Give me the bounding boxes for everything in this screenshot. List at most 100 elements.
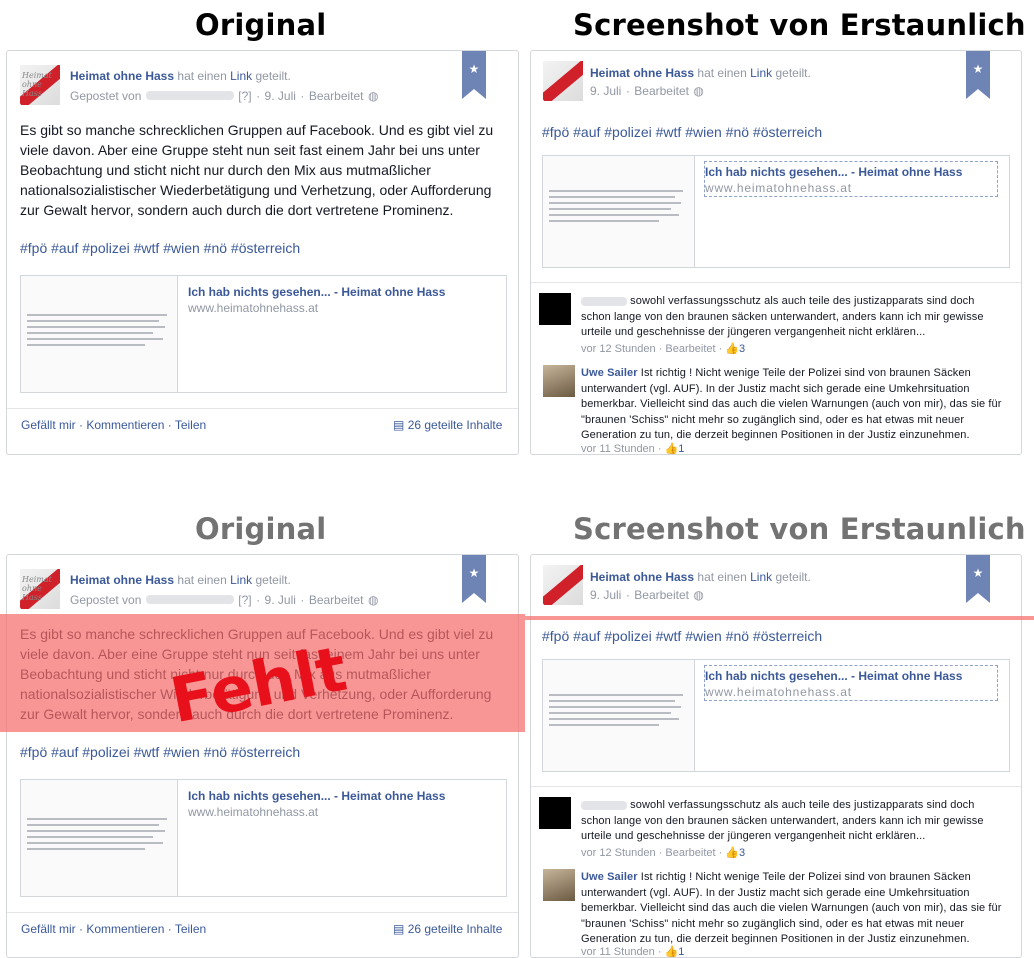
heading-original-top: Original (195, 8, 327, 42)
shares-count[interactable]: ▤ 26 geteilte Inhalte (393, 922, 502, 936)
shared-text: hat einen (697, 570, 747, 584)
missing-text-marker-line (525, 616, 1034, 620)
comment-avatar[interactable] (539, 797, 571, 829)
link-word[interactable]: Link (230, 573, 252, 587)
heading-original-bottom: Original (195, 512, 327, 546)
post-actions[interactable]: Gefällt mir · Kommentieren · Teilen (21, 418, 206, 432)
link-thumbnail[interactable] (543, 156, 695, 267)
comment-text: Uwe Sailer Ist richtig ! Nicht wenige Te… (581, 871, 1002, 945)
page-name-link[interactable]: Heimat ohne Hass (70, 573, 174, 587)
like-thumb-icon: 👍 (725, 847, 740, 859)
shares-icon: ▤ (393, 418, 405, 432)
hashtags[interactable]: #fpö #auf #polizei #wtf #wien #nö #öster… (542, 124, 822, 140)
screenshot-post-top: Heimat ohne Hass hat einen Link geteilt.… (530, 50, 1022, 455)
svg-text:★: ★ (973, 62, 984, 76)
link-word[interactable]: Link (750, 66, 772, 80)
link-domain: www.heimatohnehass.at (188, 301, 319, 315)
bookmark-star-icon[interactable]: ★ (966, 555, 990, 603)
blurred-commenter (581, 296, 627, 306)
post-date[interactable]: 9. Juli (590, 588, 621, 602)
comment-avatar[interactable] (543, 365, 575, 397)
comment-text: Uwe Sailer Ist richtig ! Nicht wenige Te… (581, 367, 1002, 441)
posted-by-label: Gepostet von (70, 89, 142, 103)
blurred-author (145, 91, 234, 101)
comment-avatar[interactable] (539, 293, 571, 325)
link-thumbnail[interactable] (21, 276, 178, 392)
link-title[interactable]: Ich hab nichts gesehen... - Heimat ohne … (705, 669, 962, 683)
heading-screenshot-top: Screenshot von Erstaunlich (573, 8, 1026, 42)
post-date[interactable]: 9. Juli (265, 89, 296, 103)
page-name-link[interactable]: Heimat ohne Hass (70, 69, 174, 83)
post-body-text: Es gibt so manche schrecklichen Gruppen … (20, 122, 494, 218)
commenter-name[interactable]: Uwe Sailer (581, 871, 638, 883)
globe-icon: ◍ (367, 593, 379, 607)
shared-text: hat einen (697, 66, 747, 80)
link-preview[interactable]: Ich hab nichts gesehen... - Heimat ohne … (20, 275, 507, 393)
post-date[interactable]: 9. Juli (265, 593, 296, 607)
post-actions[interactable]: Gefällt mir · Kommentieren · Teilen (21, 922, 206, 936)
comment-meta[interactable]: vor 11 Stunden · 👍1 (581, 442, 684, 455)
heading-screenshot-bottom: Screenshot von Erstaunlich (573, 512, 1026, 546)
link-domain: www.heimatohnehass.at (705, 685, 852, 699)
svg-text:★: ★ (469, 62, 480, 76)
edited-label[interactable]: Bearbeitet (634, 588, 689, 602)
blurred-commenter (581, 800, 627, 810)
comment-text: sowohl verfassungsschutz als auch teile … (581, 799, 984, 842)
globe-icon: ◍ (693, 84, 704, 98)
original-post-top: Heimat ohne Hass Heimat ohne Hass hat ei… (6, 50, 519, 455)
page-name-link[interactable]: Heimat ohne Hass (590, 570, 694, 584)
page-name-link[interactable]: Heimat ohne Hass (590, 66, 694, 80)
link-preview[interactable]: Ich hab nichts gesehen... - Heimat ohne … (542, 155, 1010, 268)
comment-meta[interactable]: vor 11 Stunden · 👍1 (581, 945, 684, 958)
blurred-author (145, 595, 234, 605)
comment-avatar[interactable] (543, 869, 575, 901)
globe-icon: ◍ (693, 588, 704, 602)
comment-meta[interactable]: vor 12 Stunden · Bearbeitet · 👍3 (581, 846, 745, 859)
link-domain: www.heimatohnehass.at (188, 805, 319, 819)
comment-meta[interactable]: vor 12 Stunden · Bearbeitet · 👍3 (581, 342, 745, 355)
geteilt-text: geteilt. (775, 570, 811, 584)
globe-icon: ◍ (367, 89, 379, 103)
geteilt-text: geteilt. (255, 69, 291, 83)
screenshot-post-bottom: Heimat ohne Hass hat einen Link geteilt.… (530, 554, 1022, 958)
edited-label[interactable]: Bearbeitet (634, 84, 689, 98)
shared-text: hat einen (177, 69, 227, 83)
bookmark-star-icon[interactable]: ★ (966, 51, 990, 99)
svg-text:★: ★ (973, 566, 984, 580)
hashtags[interactable]: #fpö #auf #polizei #wtf #wien #nö #öster… (542, 628, 822, 644)
shares-count[interactable]: ▤ 26 geteilte Inhalte (393, 418, 502, 432)
page-avatar[interactable] (543, 61, 583, 101)
commenter-name[interactable]: Uwe Sailer (581, 367, 638, 379)
like-thumb-icon: 👍 (664, 443, 679, 455)
link-thumbnail[interactable] (543, 660, 695, 771)
hashtags[interactable]: #fpö #auf #polizei #wtf #wien #nö #öster… (20, 240, 300, 256)
link-title[interactable]: Ich hab nichts gesehen... - Heimat ohne … (188, 285, 445, 299)
like-thumb-icon: 👍 (725, 343, 740, 355)
link-thumbnail[interactable] (21, 780, 178, 896)
link-title[interactable]: Ich hab nichts gesehen... - Heimat ohne … (188, 789, 445, 803)
hashtags[interactable]: #fpö #auf #polizei #wtf #wien #nö #öster… (20, 744, 300, 760)
page-avatar[interactable] (543, 565, 583, 605)
bookmark-star-icon[interactable]: ★ (462, 555, 486, 603)
bookmark-star-icon[interactable]: ★ (462, 51, 486, 99)
edited-label[interactable]: Bearbeitet (309, 593, 364, 607)
posted-by-label: Gepostet von (70, 593, 142, 607)
page-avatar[interactable]: Heimat ohne Hass (20, 569, 60, 609)
like-thumb-icon: 👍 (664, 946, 679, 958)
svg-text:★: ★ (469, 566, 480, 580)
geteilt-text: geteilt. (255, 573, 291, 587)
comment-text: sowohl verfassungsschutz als auch teile … (581, 295, 984, 338)
page-avatar[interactable]: Heimat ohne Hass (20, 65, 60, 105)
question-mark[interactable]: [?] (238, 593, 251, 607)
post-date[interactable]: 9. Juli (590, 84, 621, 98)
shared-text: hat einen (177, 573, 227, 587)
geteilt-text: geteilt. (775, 66, 811, 80)
link-word[interactable]: Link (750, 570, 772, 584)
link-title[interactable]: Ich hab nichts gesehen... - Heimat ohne … (705, 165, 962, 179)
shares-icon: ▤ (393, 922, 405, 936)
link-preview[interactable]: Ich hab nichts gesehen... - Heimat ohne … (542, 659, 1010, 772)
link-word[interactable]: Link (230, 69, 252, 83)
question-mark[interactable]: [?] (238, 89, 251, 103)
link-preview[interactable]: Ich hab nichts gesehen... - Heimat ohne … (20, 779, 507, 897)
edited-label[interactable]: Bearbeitet (309, 89, 364, 103)
